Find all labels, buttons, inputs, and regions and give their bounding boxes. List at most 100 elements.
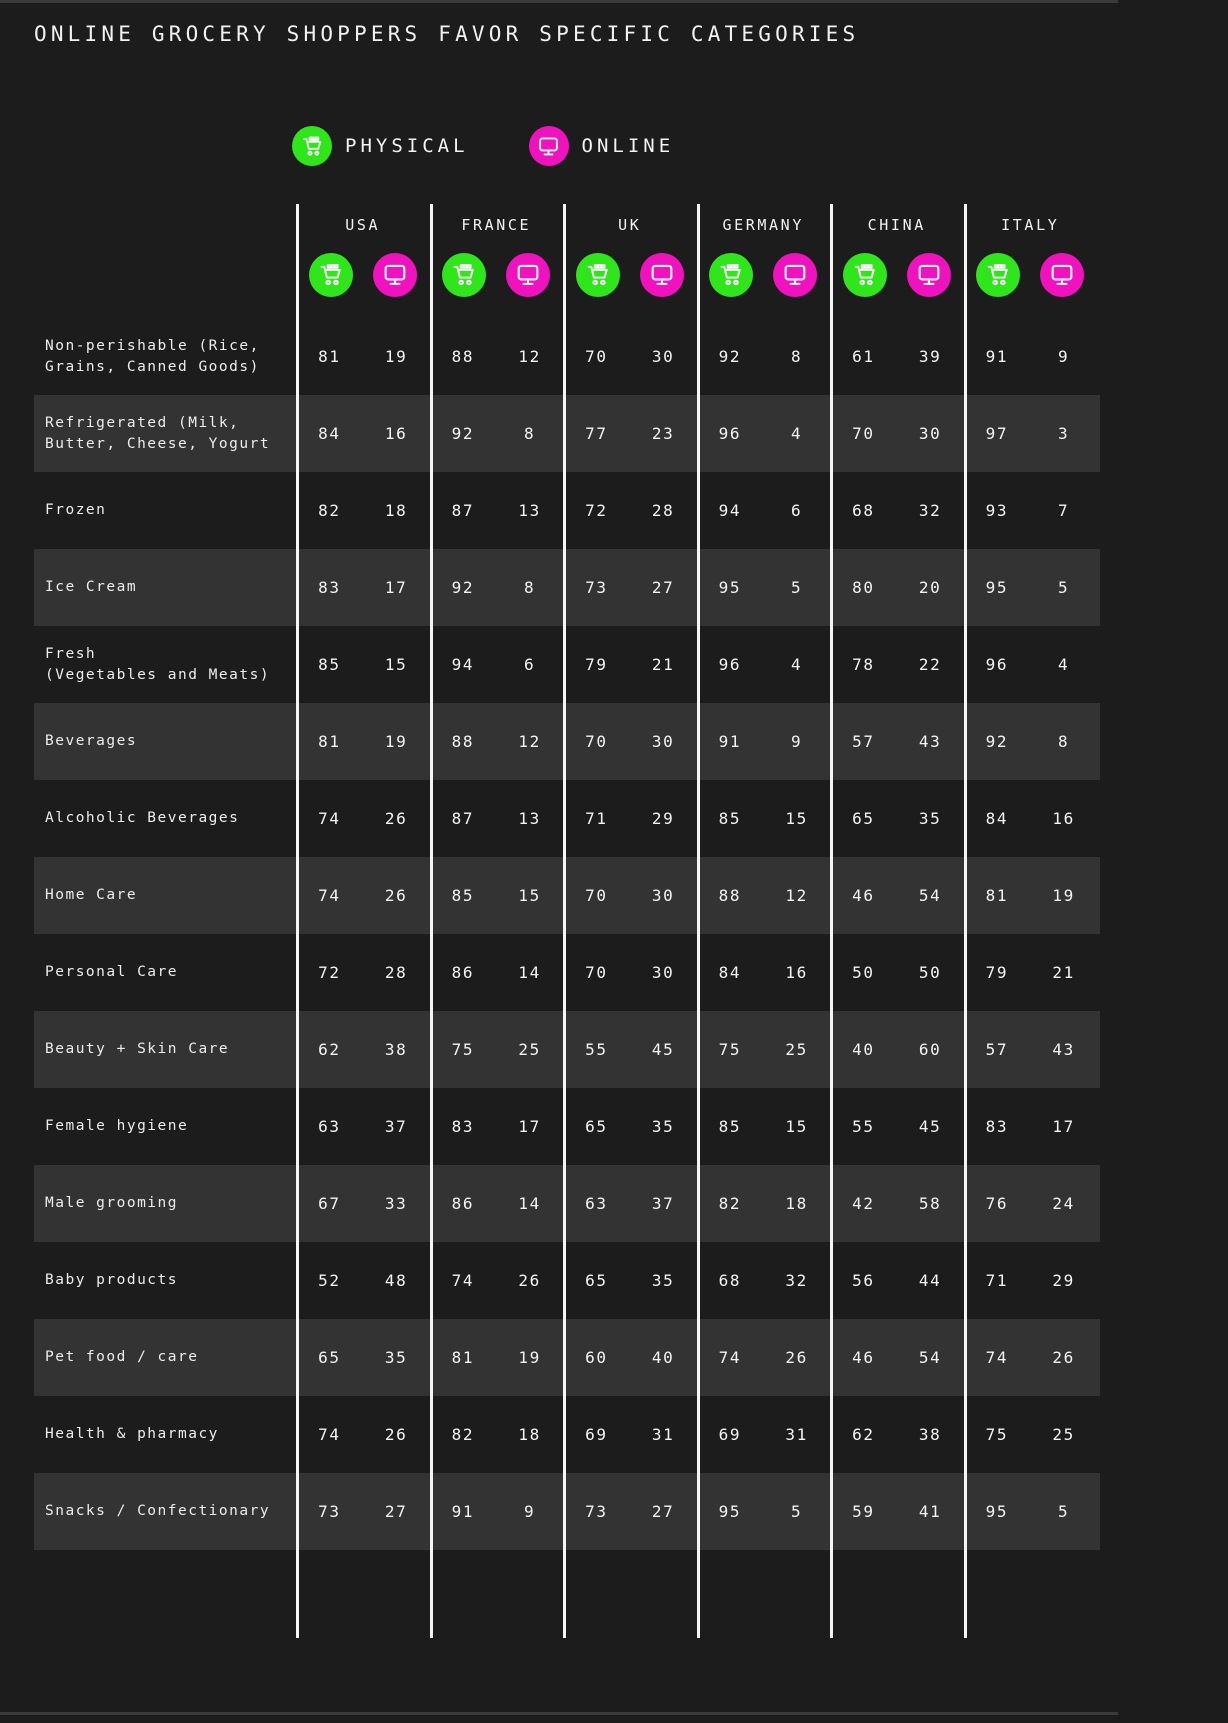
online-value: 26 — [1052, 1348, 1075, 1367]
online-value: 7 — [1058, 501, 1070, 520]
physical-value: 57 — [985, 1040, 1009, 1059]
physical-value: 68 — [718, 1271, 742, 1290]
physical-value: 74 — [318, 809, 341, 828]
online-value: 9 — [524, 1502, 536, 1521]
online-value: 4 — [1058, 655, 1070, 674]
online-value: 60 — [918, 1040, 942, 1059]
online-value: 32 — [785, 1271, 808, 1290]
shopping-cart-icon — [976, 253, 1021, 297]
physical-value: 85 — [318, 655, 341, 674]
online-value: 26 — [384, 1425, 408, 1444]
table-row: Snacks / Confectionary 73 27 91 9 73 27 95 5 59 41… — [34, 1473, 1100, 1550]
online-value: 8 — [1058, 732, 1070, 751]
data-cell-france: 87 13 — [429, 780, 564, 857]
physical-value: 65 — [852, 809, 875, 828]
online-value: 30 — [651, 347, 675, 366]
data-cell-usa: 85 15 — [296, 626, 430, 703]
online-value: 4 — [791, 424, 803, 443]
online-value: 21 — [1052, 963, 1075, 982]
row-category-label: Alcoholic Beverages — [34, 780, 296, 857]
data-cell-italy: 74 26 — [963, 1319, 1098, 1396]
country-label: UK — [618, 216, 642, 234]
column-header-china: CHINA — [830, 200, 964, 1638]
online-value: 31 — [651, 1425, 675, 1444]
physical-value: 59 — [852, 1502, 875, 1521]
online-value: 35 — [384, 1348, 408, 1367]
physical-value: 70 — [585, 732, 608, 751]
online-value: 40 — [651, 1348, 675, 1367]
physical-value: 65 — [585, 1117, 608, 1136]
data-cell-uk: 71 29 — [563, 780, 697, 857]
online-value: 17 — [1052, 1117, 1075, 1136]
table-row: Refrigerated (Milk, Butter, Cheese, Yogur… — [34, 395, 1100, 472]
data-cell-italy: 81 19 — [963, 857, 1098, 934]
table-body: Non-perishable (Rice, Grains, Canned Good… — [34, 318, 1100, 1550]
physical-value: 65 — [318, 1348, 341, 1367]
table-row: Personal Care 72 28 86 14 70 30 84 16 50 50 79 21 — [34, 934, 1100, 1011]
physical-value: 69 — [585, 1425, 608, 1444]
data-cell-italy: 71 29 — [963, 1242, 1098, 1319]
physical-value: 57 — [852, 732, 875, 751]
physical-value: 74 — [451, 1271, 475, 1290]
row-category-label: Health & pharmacy — [34, 1396, 296, 1473]
physical-value: 63 — [585, 1194, 608, 1213]
data-cell-usa: 74 26 — [296, 780, 430, 857]
category-line: Frozen — [45, 502, 107, 518]
physical-value: 95 — [985, 1502, 1009, 1521]
category-line: Beauty + Skin Care — [45, 1041, 230, 1057]
top-divider — [0, 0, 1118, 3]
data-cell-france: 83 17 — [429, 1088, 564, 1165]
data-cell-germany: 69 31 — [696, 1396, 831, 1473]
data-cell-germany: 95 5 — [696, 549, 831, 626]
physical-value: 67 — [318, 1194, 341, 1213]
physical-value: 82 — [718, 1194, 742, 1213]
online-value: 5 — [791, 578, 803, 597]
physical-value: 85 — [718, 809, 742, 828]
physical-value: 80 — [852, 578, 875, 597]
data-cell-germany: 96 4 — [696, 395, 831, 472]
category-line: Health & pharmacy — [45, 1426, 219, 1442]
physical-value: 79 — [985, 963, 1009, 982]
data-cell-uk: 70 30 — [563, 703, 697, 780]
physical-value: 55 — [585, 1040, 608, 1059]
physical-value: 73 — [585, 1502, 608, 1521]
online-value: 45 — [651, 1040, 675, 1059]
physical-value: 75 — [718, 1040, 742, 1059]
data-cell-france: 81 19 — [429, 1319, 564, 1396]
data-cell-france: 94 6 — [429, 626, 564, 703]
online-value: 43 — [1052, 1040, 1075, 1059]
online-value: 25 — [518, 1040, 541, 1059]
table-row: Baby products 52 48 74 26 65 35 68 32 56 44 71 29 — [34, 1242, 1100, 1319]
online-value: 9 — [791, 732, 803, 751]
physical-value: 91 — [985, 347, 1009, 366]
table-row: Pet food / care 65 35 81 19 60 40 74 26 46 54 74 26 — [34, 1319, 1100, 1396]
data-cell-germany: 68 32 — [696, 1242, 831, 1319]
data-cell-uk: 72 28 — [563, 472, 697, 549]
physical-value: 62 — [318, 1040, 341, 1059]
physical-value: 97 — [985, 424, 1009, 443]
online-value: 18 — [785, 1194, 808, 1213]
data-cell-china: 70 30 — [830, 395, 964, 472]
data-cell-italy: 93 7 — [963, 472, 1098, 549]
data-cell-china: 42 58 — [830, 1165, 964, 1242]
column-icon-group — [842, 253, 951, 297]
data-cell-china: 80 20 — [830, 549, 964, 626]
physical-value: 96 — [718, 655, 742, 674]
data-cell-germany: 92 8 — [696, 318, 831, 395]
physical-value: 96 — [985, 655, 1009, 674]
table-row: Health & pharmacy 74 26 82 18 69 31 69 31 62 38 75 2… — [34, 1396, 1100, 1473]
physical-value: 74 — [318, 1425, 341, 1444]
physical-value: 88 — [718, 886, 742, 905]
data-cell-uk: 65 35 — [563, 1088, 697, 1165]
online-value: 27 — [651, 578, 675, 597]
online-value: 4 — [791, 655, 803, 674]
data-cell-germany: 84 16 — [696, 934, 831, 1011]
data-cell-germany: 85 15 — [696, 780, 831, 857]
online-value: 58 — [918, 1194, 942, 1213]
online-value: 19 — [518, 1348, 541, 1367]
online-value: 16 — [1052, 809, 1075, 828]
data-cell-usa: 74 26 — [296, 1396, 430, 1473]
physical-value: 83 — [318, 578, 341, 597]
shopping-cart-icon — [442, 253, 487, 297]
data-cell-usa: 84 16 — [296, 395, 430, 472]
